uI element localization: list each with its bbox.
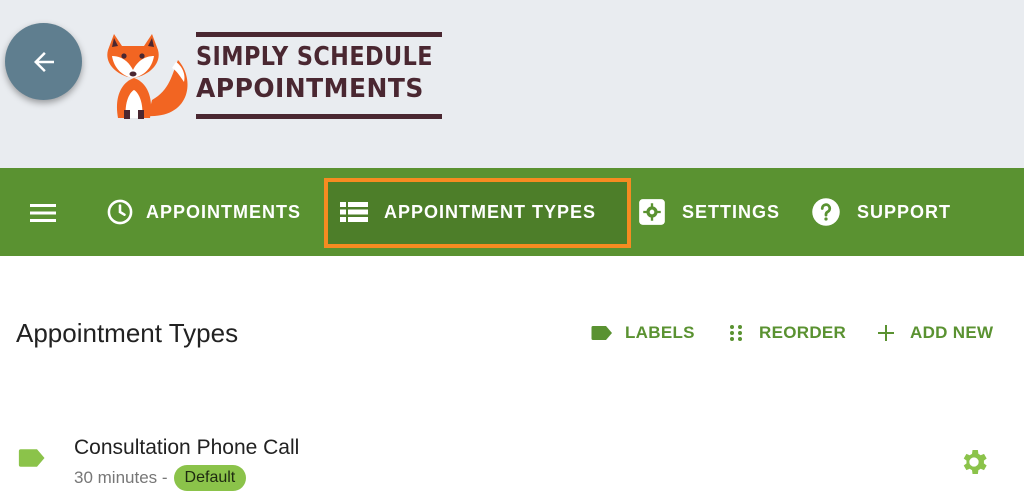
appointment-type-settings-button[interactable] [958,446,990,483]
label-tag-icon [591,326,612,340]
brand-top-rule [196,32,442,37]
label-tag-icon [18,449,45,467]
add-new-button[interactable]: ADD NEW [878,320,993,346]
page-title: Appointment Types [16,318,239,348]
add-new-button-label: ADD NEW [910,323,994,342]
drag-dots-icon [730,325,742,341]
plus-icon [878,325,894,341]
nav-settings-label: SETTINGS [682,201,781,222]
nav-support-label: SUPPORT [857,201,952,222]
back-button[interactable] [5,23,82,100]
hamburger-icon [30,204,56,222]
labels-button-label: LABELS [625,323,695,342]
labels-button[interactable]: LABELS [591,320,695,346]
arrow-left-icon [33,51,54,72]
brand-line-1: SIMPLY SCHEDULE [196,42,433,72]
default-badge: Default [173,465,247,491]
brand-bottom-rule [196,114,442,119]
brand-line-2: APPOINTMENTS [196,74,424,104]
reorder-button-label: REORDER [759,323,847,342]
appointment-type-meta: 30 minutes - Default [74,465,247,491]
nav-appointments[interactable]: APPOINTMENTS [106,168,301,256]
fox-logo [107,34,188,119]
nav-support[interactable]: SUPPORT [811,168,951,256]
nav-appointment-types[interactable]: APPOINTMENT TYPES [340,168,596,256]
help-circle-icon [812,198,840,226]
nav-settings[interactable]: SETTINGS [638,168,780,256]
gear-icon [639,199,665,225]
hamburger-menu-button[interactable] [28,198,58,228]
nav-appointments-label: APPOINTMENTS [146,201,302,222]
appointment-type-name[interactable]: Consultation Phone Call [74,436,299,460]
list-icon [340,202,368,222]
nav-appointment-types-label: APPOINTMENT TYPES [384,201,597,222]
reorder-button[interactable]: REORDER [729,320,846,346]
gear-icon [963,450,987,474]
clock-icon [107,199,133,225]
appointment-type-duration: 30 minutes - [74,468,168,487]
